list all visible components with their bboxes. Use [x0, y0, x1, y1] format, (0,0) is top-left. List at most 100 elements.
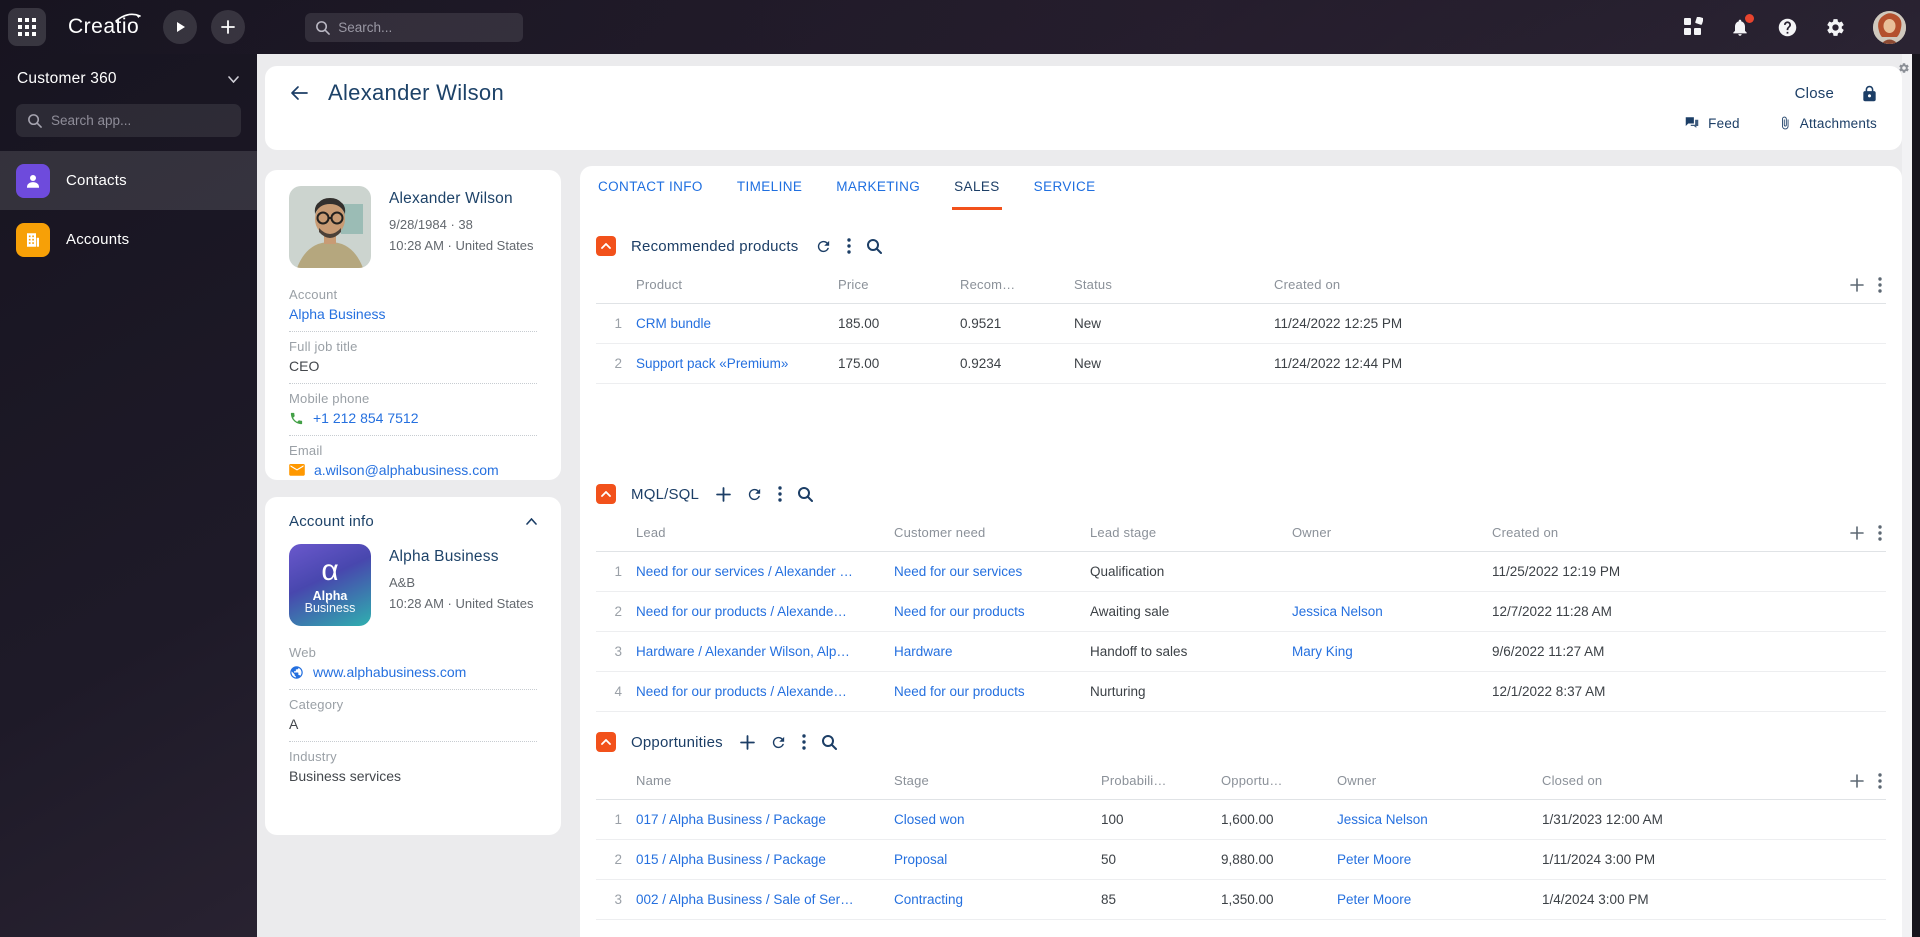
- column-customer-need[interactable]: Customer need: [894, 525, 1090, 540]
- table-row[interactable]: 1 CRM bundle 185.00 0.9521 New 11/24/202…: [596, 304, 1886, 344]
- add-row-icon[interactable]: [1850, 525, 1864, 540]
- product-link[interactable]: CRM bundle: [636, 316, 838, 331]
- table-row[interactable]: 1 017 / Alpha Business / Package Closed …: [596, 800, 1886, 840]
- column-created-on[interactable]: Created on: [1492, 525, 1886, 540]
- column-probability[interactable]: Probabili…: [1101, 773, 1221, 788]
- column-recommendation[interactable]: Recom…: [960, 277, 1074, 292]
- workplace-selector[interactable]: Customer 360: [0, 54, 257, 100]
- lock-icon[interactable]: [1862, 85, 1877, 102]
- kebab-menu-icon[interactable]: [778, 486, 782, 502]
- section-collapse-icon[interactable]: [596, 732, 616, 752]
- column-lead-stage[interactable]: Lead stage: [1090, 525, 1292, 540]
- table-row[interactable]: 4 Need for our products / Alexande… Need…: [596, 672, 1886, 712]
- tab-marketing[interactable]: MARKETING: [834, 166, 922, 210]
- refresh-icon[interactable]: [770, 734, 787, 751]
- global-search[interactable]: [305, 12, 524, 42]
- kebab-menu-icon[interactable]: [1878, 276, 1882, 293]
- column-owner[interactable]: Owner: [1337, 773, 1542, 788]
- add-icon[interactable]: [716, 486, 731, 502]
- column-product[interactable]: Product: [636, 277, 838, 292]
- sidebar-item-accounts[interactable]: Accounts: [0, 210, 257, 269]
- table-row[interactable]: 1 Need for our services / Alexander … Ne…: [596, 552, 1886, 592]
- right-rail[interactable]: [1902, 54, 1912, 937]
- run-process-button[interactable]: [163, 10, 198, 44]
- refresh-icon[interactable]: [746, 486, 763, 503]
- column-status[interactable]: Status: [1074, 277, 1274, 292]
- app-search[interactable]: [16, 104, 241, 137]
- stage-link[interactable]: Closed won: [894, 812, 1101, 827]
- table-body: 1 Need for our services / Alexander … Ne…: [596, 552, 1886, 712]
- refresh-icon[interactable]: [815, 238, 832, 255]
- column-owner[interactable]: Owner: [1292, 525, 1492, 540]
- account-link[interactable]: Alpha Business: [289, 306, 537, 322]
- opportunity-link[interactable]: 002 / Alpha Business / Sale of Ser…: [636, 892, 894, 907]
- close-button[interactable]: Close: [1795, 85, 1834, 102]
- app-launcher-icon[interactable]: [8, 8, 46, 46]
- section-collapse-icon[interactable]: [596, 484, 616, 504]
- owner-link[interactable]: Peter Moore: [1337, 852, 1542, 867]
- tab-sales[interactable]: SALES: [952, 166, 1002, 210]
- tab-timeline[interactable]: TIMELINE: [735, 166, 804, 210]
- opportunity-link[interactable]: 015 / Alpha Business / Package: [636, 852, 894, 867]
- stage-link[interactable]: Contracting: [894, 892, 1101, 907]
- owner-link[interactable]: Peter Moore: [1337, 892, 1542, 907]
- customer-need-link[interactable]: Hardware: [894, 644, 1090, 659]
- marketplace-icon[interactable]: [1683, 17, 1703, 37]
- add-icon[interactable]: [739, 734, 755, 750]
- account-logo[interactable]: α Alpha Business: [289, 544, 371, 626]
- add-row-icon[interactable]: [1850, 773, 1864, 788]
- tab-service[interactable]: SERVICE: [1032, 166, 1098, 210]
- column-lead[interactable]: Lead: [636, 525, 894, 540]
- column-opportunity-amount[interactable]: Opportu…: [1221, 773, 1337, 788]
- section-collapse-icon[interactable]: [596, 236, 616, 256]
- column-price[interactable]: Price: [838, 277, 960, 292]
- lead-link[interactable]: Need for our products / Alexande…: [636, 604, 894, 619]
- add-row-icon[interactable]: [1850, 277, 1864, 292]
- attachments-button[interactable]: Attachments: [1778, 115, 1877, 131]
- feed-button[interactable]: Feed: [1684, 116, 1740, 131]
- customer-need-link[interactable]: Need for our products: [894, 684, 1090, 699]
- app-search-input[interactable]: [51, 113, 221, 128]
- column-created-on[interactable]: Created on: [1274, 277, 1886, 292]
- mobile-phone-link[interactable]: +1 212 854 7512: [289, 410, 537, 426]
- notifications-icon[interactable]: [1730, 13, 1754, 38]
- column-closed-on[interactable]: Closed on: [1542, 773, 1886, 788]
- owner-link[interactable]: Jessica Nelson: [1292, 604, 1492, 619]
- owner-link[interactable]: Jessica Nelson: [1337, 812, 1542, 827]
- opportunity-link[interactable]: 017 / Alpha Business / Package: [636, 812, 894, 827]
- table-row[interactable]: 3 Hardware / Alexander Wilson, Alp… Hard…: [596, 632, 1886, 672]
- column-stage[interactable]: Stage: [894, 773, 1101, 788]
- customer-need-link[interactable]: Need for our services: [894, 564, 1090, 579]
- table-row[interactable]: 2 015 / Alpha Business / Package Proposa…: [596, 840, 1886, 880]
- kebab-menu-icon[interactable]: [802, 734, 806, 750]
- search-icon[interactable]: [866, 238, 883, 254]
- back-button[interactable]: [290, 85, 308, 101]
- table-row[interactable]: 2 Need for our products / Alexande… Need…: [596, 592, 1886, 632]
- tab-contact-info[interactable]: CONTACT INFO: [596, 166, 705, 210]
- search-icon[interactable]: [797, 486, 814, 502]
- lead-link[interactable]: Need for our services / Alexander …: [636, 564, 894, 579]
- search-icon[interactable]: [821, 734, 837, 750]
- lead-link[interactable]: Hardware / Alexander Wilson, Alp…: [636, 644, 894, 659]
- table-row[interactable]: 3 002 / Alpha Business / Sale of Ser… Co…: [596, 880, 1886, 920]
- email-link[interactable]: a.wilson@alphabusiness.com: [289, 462, 537, 478]
- collapse-icon[interactable]: [526, 518, 537, 525]
- kebab-menu-icon[interactable]: [1878, 524, 1882, 541]
- lead-link[interactable]: Need for our products / Alexande…: [636, 684, 894, 699]
- kebab-menu-icon[interactable]: [1878, 772, 1882, 789]
- help-icon[interactable]: [1777, 17, 1798, 38]
- web-link[interactable]: www.alphabusiness.com: [289, 664, 537, 680]
- system-settings-icon[interactable]: [1825, 17, 1846, 38]
- column-name[interactable]: Name: [636, 773, 894, 788]
- kebab-menu-icon[interactable]: [847, 238, 852, 254]
- owner-link[interactable]: Mary King: [1292, 644, 1492, 659]
- user-avatar[interactable]: [1873, 10, 1906, 44]
- quick-add-button[interactable]: [211, 10, 246, 44]
- product-link[interactable]: Support pack «Premium»: [636, 356, 838, 371]
- global-search-input[interactable]: [338, 19, 499, 35]
- contact-photo[interactable]: [289, 186, 371, 268]
- sidebar-item-contacts[interactable]: Contacts: [0, 151, 257, 210]
- customer-need-link[interactable]: Need for our products: [894, 604, 1090, 619]
- table-row[interactable]: 2 Support pack «Premium» 175.00 0.9234 N…: [596, 344, 1886, 384]
- stage-link[interactable]: Proposal: [894, 852, 1101, 867]
